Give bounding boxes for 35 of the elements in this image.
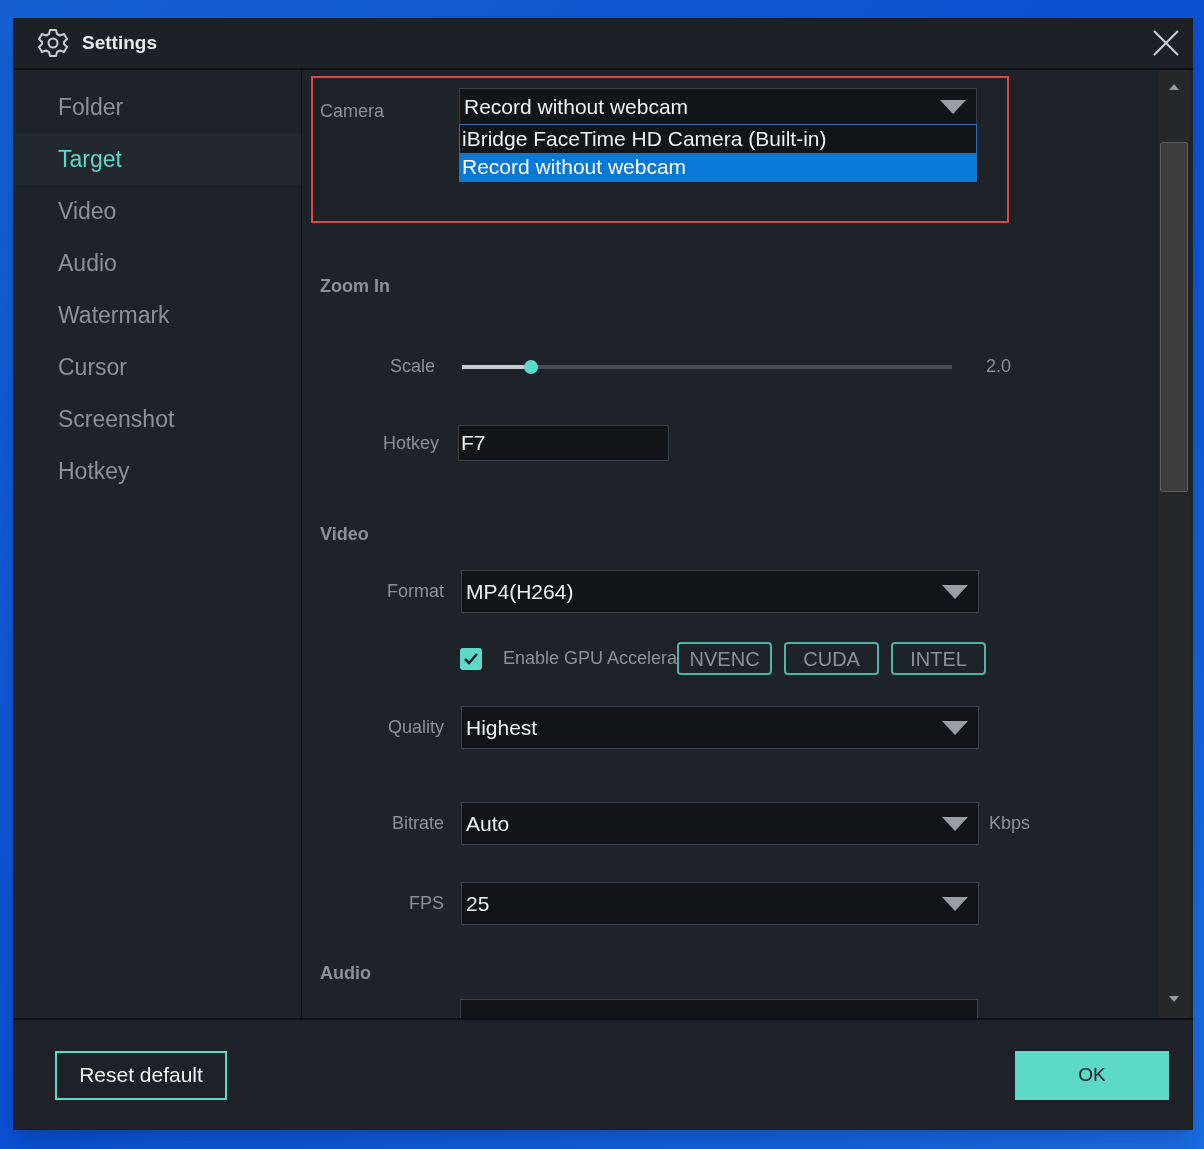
gpu-option-button[interactable]: INTEL (891, 642, 987, 675)
ok-button[interactable]: OK (1015, 1050, 1169, 1100)
dropdown-option[interactable]: iBridge FaceTime HD Camera (Built-in) (460, 125, 976, 153)
section-heading: Audio (320, 962, 371, 985)
dropdown[interactable]: Highest (461, 706, 979, 749)
hotkey-field[interactable]: F7 (458, 425, 669, 461)
field-label: Format (386, 580, 444, 603)
sidebar-item[interactable]: Watermark (13, 289, 301, 341)
gpu-option-button[interactable]: CUDA (784, 642, 880, 675)
sidebar-item[interactable]: Hotkey (13, 445, 301, 497)
dropdown-option[interactable]: Record without webcam (460, 153, 976, 181)
gpu-option-button[interactable]: NVENC (677, 642, 773, 675)
reset-default-button[interactable]: Reset default (55, 1050, 227, 1100)
dropdown[interactable]: Auto (461, 802, 979, 845)
checkbox-label: Enable GPU Accelera (503, 647, 678, 670)
field-label: Hotkey (381, 431, 439, 455)
sidebar-item[interactable]: Cursor (13, 341, 301, 393)
unit-label: Kbps (989, 812, 1031, 835)
sidebar-item[interactable]: Video (13, 185, 301, 237)
dropdown[interactable]: 25 (461, 882, 979, 925)
field-label: Bitrate (390, 812, 444, 835)
sidebar-item[interactable]: Screenshot (13, 393, 301, 445)
sidebar-item[interactable]: Audio (13, 237, 301, 289)
section-heading: Video (320, 523, 370, 546)
dropdown[interactable]: MP4(H264) (461, 570, 979, 613)
slider-value: 2.0 (986, 355, 1012, 378)
field-label: FPS (408, 892, 444, 915)
section-heading: Zoom In (320, 275, 391, 298)
field-label: Quality (386, 716, 444, 739)
field-label: Scale (388, 355, 435, 378)
window-title: Settings (82, 30, 157, 55)
camera-dropdown[interactable]: Record without webcam (459, 88, 977, 126)
field-label: Camera (320, 100, 386, 123)
sidebar-item[interactable]: Folder (13, 81, 301, 133)
sidebar-item[interactable]: Target (13, 133, 301, 185)
